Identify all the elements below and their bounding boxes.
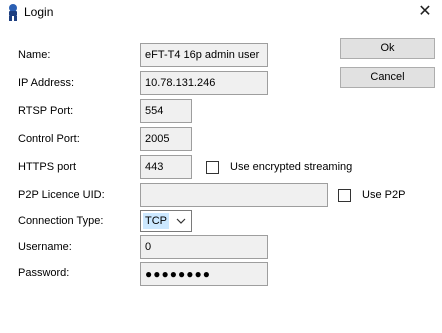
window-title: Login xyxy=(24,5,54,19)
ip-address-label: IP Address: xyxy=(18,77,75,89)
use-p2p-label: Use P2P xyxy=(362,189,406,201)
connection-type-value: TCP xyxy=(143,213,169,229)
app-icon xyxy=(9,4,17,21)
close-button[interactable]: ✕ xyxy=(412,2,438,22)
password-label: Password: xyxy=(18,267,70,279)
connection-type-label: Connection Type: xyxy=(18,215,104,227)
ok-button[interactable]: Ok xyxy=(340,38,435,59)
password-input[interactable]: ●●●●●●●● xyxy=(140,262,268,286)
name-label: Name: xyxy=(18,49,51,61)
name-input[interactable]: eFT-T4 16p admin user xyxy=(140,43,268,67)
connection-type-select[interactable]: TCP xyxy=(140,210,192,232)
https-port-label: HTTPS port xyxy=(18,161,77,173)
username-input[interactable]: 0 xyxy=(140,235,268,259)
encrypted-streaming-label: Use encrypted streaming xyxy=(230,161,353,173)
use-p2p-checkbox[interactable] xyxy=(338,189,351,202)
https-port-input[interactable]: 443 xyxy=(140,155,192,179)
rtsp-port-label: RTSP Port: xyxy=(18,105,74,117)
encrypted-streaming-checkbox[interactable] xyxy=(206,161,219,174)
ip-address-input[interactable]: 10.78.131.246 xyxy=(140,71,268,95)
chevron-down-icon xyxy=(176,218,186,224)
control-port-label: Control Port: xyxy=(18,133,80,145)
cancel-button[interactable]: Cancel xyxy=(340,67,435,88)
title-bar: Login ✕ xyxy=(0,0,442,26)
control-port-input[interactable]: 2005 xyxy=(140,127,192,151)
p2p-licence-uid-label: P2P Licence UID: xyxy=(18,189,105,201)
rtsp-port-input[interactable]: 554 xyxy=(140,99,192,123)
username-label: Username: xyxy=(18,241,72,253)
p2p-licence-uid-input[interactable] xyxy=(140,183,328,207)
